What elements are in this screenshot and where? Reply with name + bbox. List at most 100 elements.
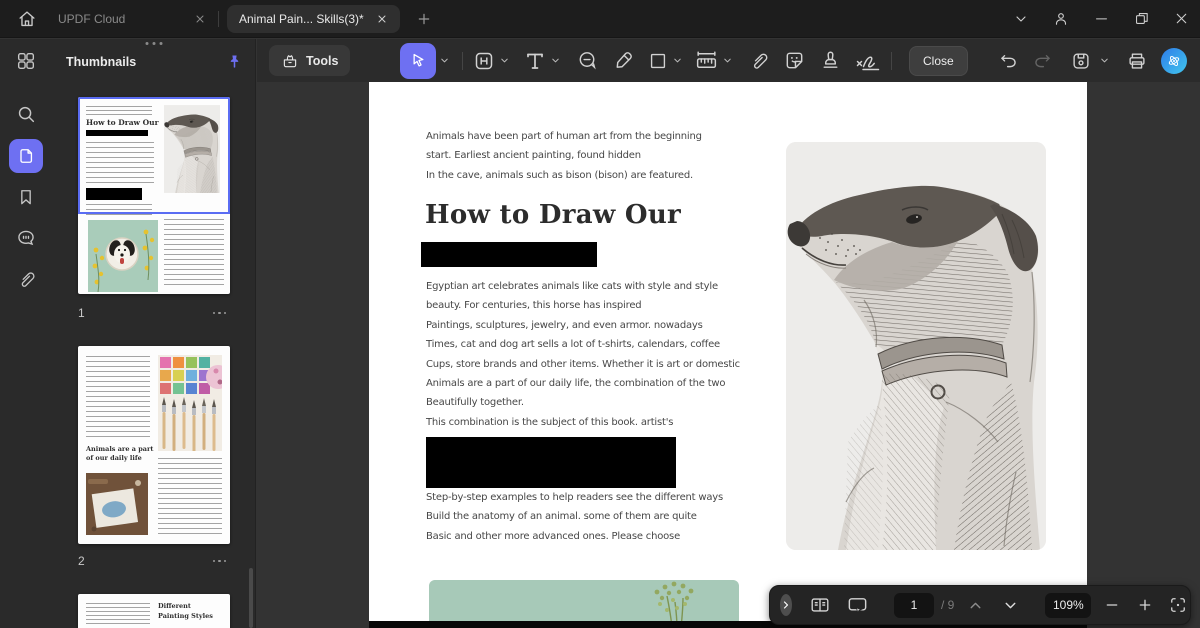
doc-text-line: Paintings, sculptures, jewelry, and even…: [426, 316, 740, 335]
minimize-button[interactable]: [1093, 10, 1110, 27]
redo-button[interactable]: [1032, 50, 1053, 71]
highlighter-icon: [612, 49, 635, 72]
comments-button[interactable]: [0, 218, 52, 258]
intro-paragraph: Animals have been part of human art from…: [426, 127, 702, 185]
left-rail: [0, 39, 52, 628]
search-button[interactable]: [0, 94, 52, 134]
attachments-button[interactable]: [0, 259, 52, 299]
sticker-icon: [783, 49, 806, 72]
window-close-button[interactable]: [1173, 10, 1190, 27]
tab-close-button[interactable]: [194, 13, 206, 25]
close-button[interactable]: Close: [909, 46, 968, 76]
thumb-row-2: 2: [78, 553, 230, 569]
doc-heading: How to Draw Our: [425, 200, 681, 230]
ai-assistant-button[interactable]: [1161, 48, 1187, 74]
apps-grid-button[interactable]: [0, 41, 52, 81]
redaction-block: [421, 242, 597, 267]
note-tool-button[interactable]: [576, 49, 599, 72]
text-tool-button[interactable]: [523, 49, 547, 73]
present-button[interactable]: [846, 594, 869, 617]
account-button[interactable]: [1052, 10, 1070, 28]
previous-page-button[interactable]: [967, 597, 984, 614]
heading-tool-button[interactable]: [472, 49, 496, 73]
page-options-button[interactable]: [213, 560, 231, 563]
save-icon: [1070, 50, 1092, 72]
select-tool-button[interactable]: [400, 43, 436, 79]
new-tab-button[interactable]: [416, 11, 432, 27]
page-number-input[interactable]: [894, 593, 934, 618]
tab-animal-painting[interactable]: Animal Pain... Skills(3)*: [227, 5, 400, 33]
save-button[interactable]: [1070, 50, 1092, 72]
collapse-nav-button[interactable]: [780, 594, 792, 616]
heading-tool-dropdown[interactable]: [499, 55, 510, 66]
thumb-text-lines: [86, 356, 150, 439]
thumb-row-1: 1: [78, 305, 230, 321]
stamp-tool-button[interactable]: [819, 49, 842, 72]
doc-text-line: In the cave, animals such as bison (biso…: [426, 166, 702, 185]
next-page-button[interactable]: [1002, 597, 1019, 614]
measure-tool-button[interactable]: [694, 48, 719, 73]
minimize-icon: [1093, 10, 1110, 27]
shape-tool-button[interactable]: [647, 50, 669, 72]
undo-button[interactable]: [998, 50, 1019, 71]
restore-button[interactable]: [1133, 10, 1150, 27]
panel-title: Thumbnails: [66, 55, 136, 69]
attachment-icon: [16, 269, 37, 290]
doc-text-line: Times, cat and dog art sells a lot of t-…: [426, 335, 740, 354]
doc-text-line: Egyptian art celebrates animals like cat…: [426, 277, 740, 296]
page-up-icon: [967, 597, 984, 614]
zoom-level-input[interactable]: [1045, 593, 1091, 618]
panel-drag-handle[interactable]: [145, 42, 162, 45]
thumbnail-page-1[interactable]: How to Draw Our: [78, 97, 230, 294]
signature-tool-button[interactable]: [854, 49, 882, 73]
toolbar-divider: [462, 52, 463, 70]
titlebar-menu-button[interactable]: [1013, 11, 1029, 27]
chevron-down-icon: [1013, 11, 1029, 27]
measure-tool-icon: [694, 48, 719, 73]
bookmarks-button[interactable]: [0, 177, 52, 217]
home-icon: [16, 8, 38, 30]
thumbnail-page-3[interactable]: Different Painting Styles: [78, 594, 230, 628]
page-options-button[interactable]: [213, 312, 231, 315]
tab-updf-cloud[interactable]: UPDF Cloud: [58, 12, 206, 26]
spread-view-button[interactable]: [809, 594, 831, 616]
tab-close-icon: [376, 13, 388, 25]
panel-scrollbar[interactable]: [249, 568, 253, 628]
thumbnails-panel-button[interactable]: [0, 136, 52, 176]
pin-icon[interactable]: [226, 53, 243, 70]
ai-icon: [1165, 52, 1183, 70]
sticker-tool-button[interactable]: [783, 49, 806, 72]
tab-separator: [218, 11, 219, 27]
doc-text-line: Cups, store brands and other items. Whet…: [426, 355, 740, 374]
doc-text-line: Step-by-step examples to help readers se…: [426, 488, 723, 507]
stamp-icon: [819, 49, 842, 72]
shape-tool-dropdown[interactable]: [672, 55, 683, 66]
home-button[interactable]: [14, 6, 40, 32]
tab-close-icon: [194, 13, 206, 25]
pdf-page[interactable]: Animals have been part of human art from…: [369, 82, 1087, 628]
thumbnails-icon: [16, 146, 36, 166]
comment-icon: [15, 227, 37, 249]
redaction-block: [426, 437, 676, 488]
document-viewport: Animals have been part of human art from…: [257, 82, 1200, 628]
measure-tool-dropdown[interactable]: [722, 55, 733, 66]
print-button[interactable]: [1126, 50, 1148, 72]
thumbnail-page-2[interactable]: Animals are a part of our daily life: [78, 346, 230, 544]
chevron-down-icon: [1099, 55, 1110, 66]
thumbnails-panel: Thumbnails How to Draw Our: [52, 39, 256, 628]
signature-icon: [854, 49, 882, 73]
select-tool-dropdown[interactable]: [439, 55, 450, 66]
tools-button[interactable]: Tools: [269, 45, 350, 76]
attach-file-tool-button[interactable]: [748, 50, 770, 72]
tab-close-button[interactable]: [376, 13, 388, 25]
save-dropdown[interactable]: [1099, 55, 1110, 66]
zoom-out-button[interactable]: [1104, 597, 1120, 613]
text-tool-dropdown[interactable]: [550, 55, 561, 66]
doc-text-line: Basic and other more advanced ones. Plea…: [426, 527, 723, 546]
zoom-in-button[interactable]: [1137, 597, 1153, 613]
tab-label: UPDF Cloud: [58, 12, 125, 26]
note-tool-icon: [576, 49, 599, 72]
fit-screen-button[interactable]: [1168, 595, 1188, 615]
highlighter-tool-button[interactable]: [612, 49, 635, 72]
redo-icon: [1032, 50, 1053, 71]
